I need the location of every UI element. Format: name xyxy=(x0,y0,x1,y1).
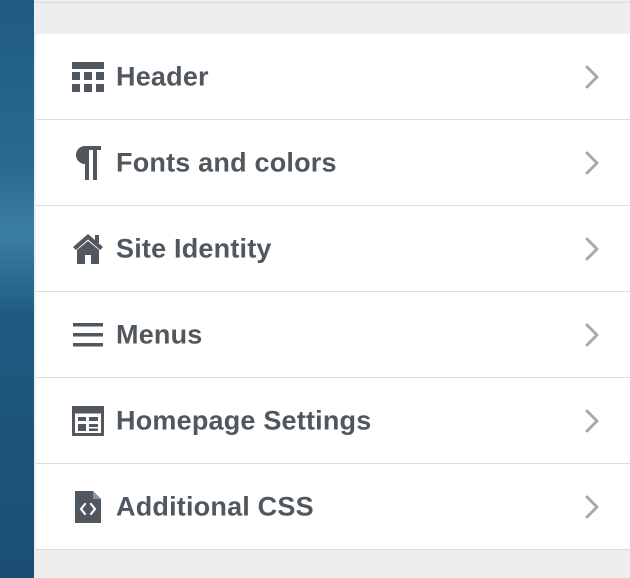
customizer-panel: Header Fonts and colors Site Identity Me… xyxy=(34,0,630,578)
section-label: Homepage Settings xyxy=(116,405,372,435)
chevron-right-icon xyxy=(584,64,600,90)
panel-divider xyxy=(34,2,630,3)
chevron-right-icon xyxy=(584,408,600,434)
chevron-right-icon xyxy=(584,150,600,176)
section-label: Header xyxy=(116,61,209,91)
section-label: Site Identity xyxy=(116,233,272,263)
background-image xyxy=(0,0,34,578)
paragraph-icon xyxy=(72,145,104,180)
chevron-right-icon xyxy=(584,322,600,348)
section-homepage-settings[interactable]: Homepage Settings xyxy=(36,378,630,464)
customizer-section-list: Header Fonts and colors Site Identity Me… xyxy=(36,34,630,550)
code-file-icon xyxy=(72,490,104,524)
section-site-identity[interactable]: Site Identity xyxy=(36,206,630,292)
section-label: Additional CSS xyxy=(116,491,314,521)
home-icon xyxy=(72,232,104,266)
section-label: Fonts and colors xyxy=(116,147,337,177)
section-label: Menus xyxy=(116,319,203,349)
layout-table-icon xyxy=(72,404,104,438)
header-layout-icon xyxy=(72,60,104,94)
chevron-right-icon xyxy=(584,236,600,262)
menu-icon xyxy=(72,318,104,352)
section-header[interactable]: Header xyxy=(36,34,630,120)
chevron-right-icon xyxy=(584,494,600,520)
section-fonts-and-colors[interactable]: Fonts and colors xyxy=(36,120,630,206)
section-additional-css[interactable]: Additional CSS xyxy=(36,464,630,549)
section-menus[interactable]: Menus xyxy=(36,292,630,378)
